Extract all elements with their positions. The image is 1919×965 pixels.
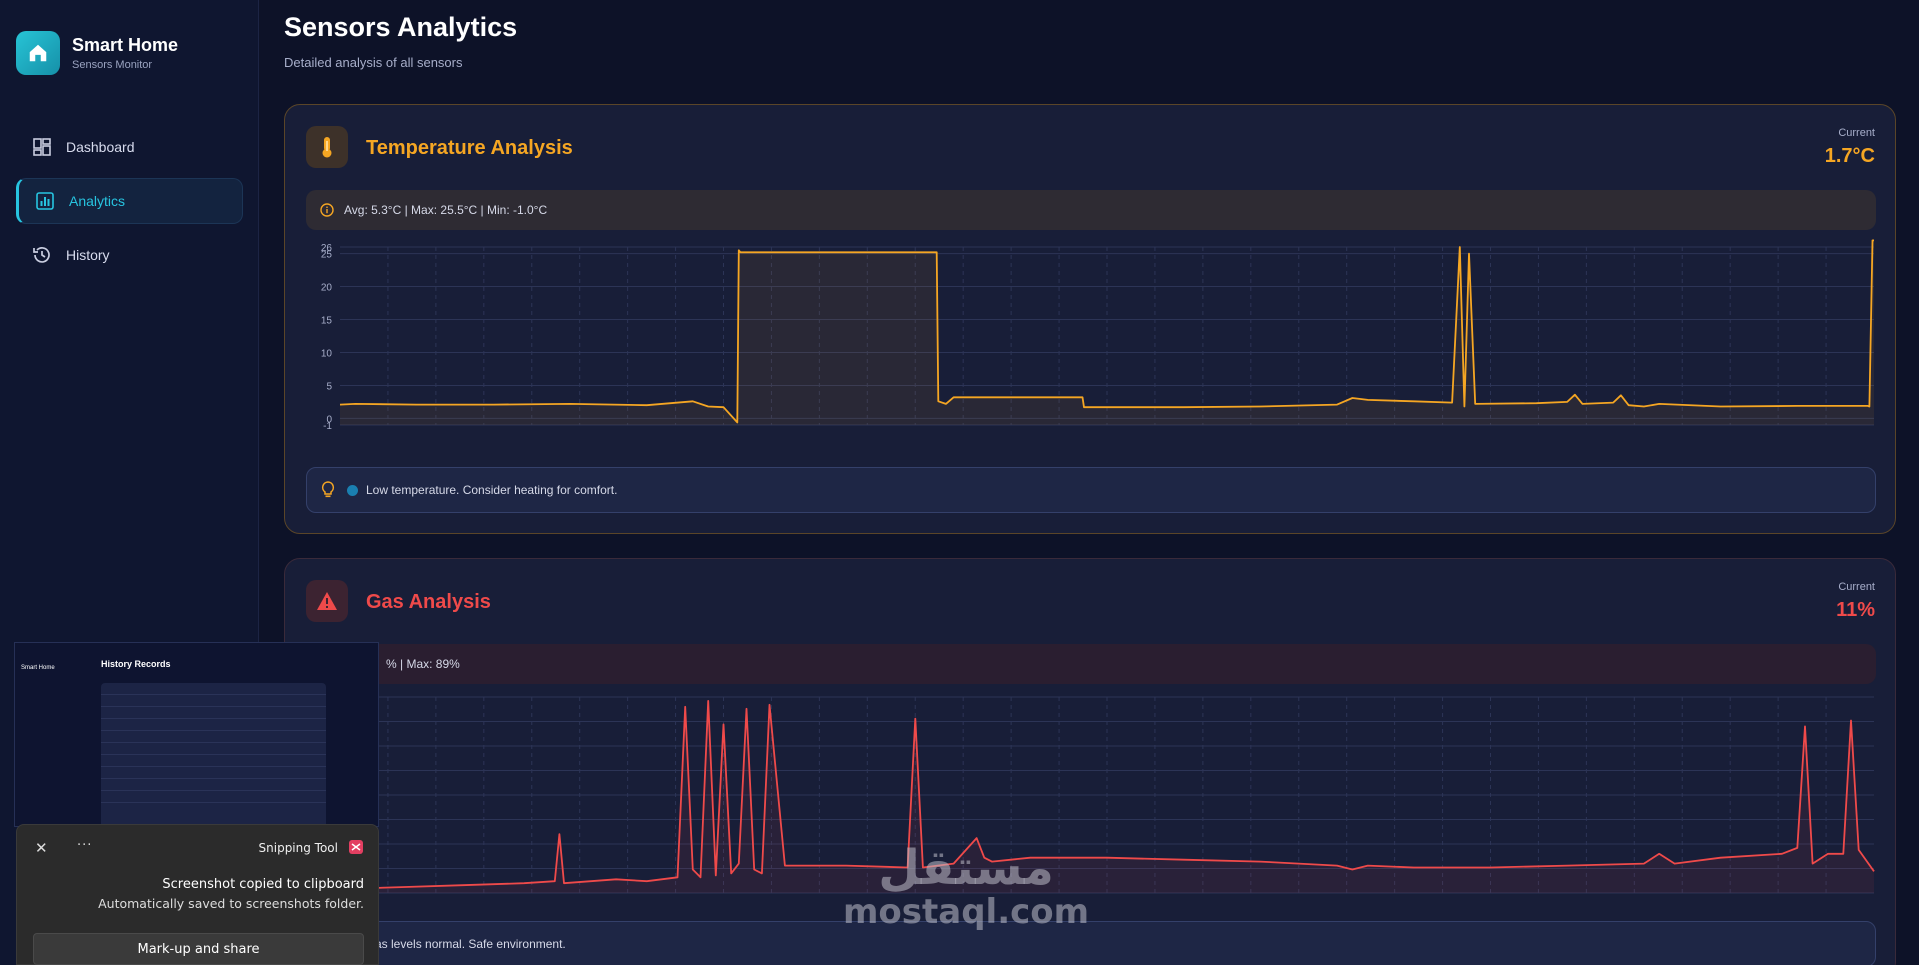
close-icon[interactable]: ✕	[35, 839, 48, 857]
temperature-tip-text: Low temperature. Consider heating for co…	[366, 483, 618, 497]
gas-card: Gas Analysis Current 11% % | Max: 89% as…	[284, 558, 1896, 965]
preview-table	[101, 683, 326, 826]
preview-brand: Smart Home	[21, 665, 55, 671]
temperature-card: Temperature Analysis Current 1.7°C Avg: …	[284, 104, 1896, 534]
dashboard-icon	[32, 137, 52, 157]
watermark-latin: mostaql.com	[843, 892, 1090, 932]
gas-stats-text: % | Max: 89%	[386, 657, 460, 671]
warning-icon	[306, 580, 348, 622]
y-tick-label: 0	[326, 414, 332, 425]
page-title: Sensors Analytics	[284, 12, 518, 42]
notification-message: Screenshot copied to clipboard	[162, 877, 364, 892]
history-icon	[32, 245, 52, 265]
brand[interactable]: Smart Home Sensors Monitor	[16, 31, 178, 75]
brand-title: Smart Home	[72, 35, 179, 55]
temperature-chart: -1 0 5 10 15 20 25 26	[306, 233, 1876, 429]
temperature-current-value: 1.7°C	[1824, 145, 1875, 167]
y-tick-label: 26	[321, 243, 333, 254]
gas-current-value: 11%	[1836, 599, 1875, 621]
series-area	[340, 240, 1874, 425]
more-options-icon[interactable]: ···	[77, 838, 92, 853]
watermark-arabic: مستقل	[878, 840, 1054, 896]
gas-stats: % | Max: 89%	[306, 644, 1876, 684]
status-dot	[347, 484, 358, 496]
thermometer-icon	[306, 126, 348, 168]
series-line	[339, 239, 1874, 424]
preview-title: History Records	[101, 659, 171, 669]
home-icon	[16, 31, 60, 75]
temperature-chart-svg: -1051015202526	[321, 239, 1874, 429]
y-tick-label: 5	[326, 381, 332, 392]
temperature-title: Temperature Analysis	[366, 137, 573, 159]
sidebar-item-dashboard[interactable]: Dashboard	[16, 124, 243, 170]
gas-chart	[306, 687, 1876, 897]
sidebar-item-analytics[interactable]: Analytics	[16, 178, 243, 224]
lightbulb-icon	[321, 481, 335, 499]
notification-app-name: Snipping Tool	[258, 841, 338, 855]
temperature-stats: Avg: 5.3°C | Max: 25.5°C | Min: -1.0°C	[306, 190, 1876, 230]
brand-subtitle: Sensors Monitor	[72, 59, 153, 71]
y-tick-label: 15	[321, 316, 333, 327]
sidebar-item-label: History	[66, 247, 110, 263]
page-subtitle: Detailed analysis of all sensors	[284, 55, 463, 70]
temperature-tip: Low temperature. Consider heating for co…	[306, 467, 1876, 513]
gas-title: Gas Analysis	[366, 591, 491, 613]
sidebar-item-label: Dashboard	[66, 139, 135, 155]
gas-chart-svg	[339, 696, 1875, 894]
y-tick-label: 10	[321, 348, 333, 359]
temperature-stats-text: Avg: 5.3°C | Max: 25.5°C | Min: -1.0°C	[344, 203, 548, 217]
notification-detail: Automatically saved to screenshots folde…	[98, 896, 364, 911]
gas-tip-text: as levels normal. Safe environment.	[375, 937, 566, 951]
analytics-icon	[35, 191, 55, 211]
snipping-tool-notification: ✕ ··· Snipping Tool Screenshot copied to…	[16, 824, 379, 965]
y-tick-label: 20	[321, 283, 333, 294]
screenshot-preview[interactable]: Smart Home History Records	[14, 642, 379, 827]
watermark: مستقل mostaql.com	[843, 842, 1089, 930]
sidebar-item-history[interactable]: History	[16, 232, 243, 278]
gas-tip: as levels normal. Safe environment.	[306, 921, 1876, 965]
gas-current-label: Current	[1838, 581, 1875, 593]
markup-and-share-button[interactable]: Mark-up and share	[33, 933, 364, 965]
sidebar-item-label: Analytics	[69, 193, 126, 209]
snipping-tool-icon	[348, 839, 364, 855]
info-icon	[320, 203, 334, 217]
sidebar-nav: Dashboard Analytics History	[16, 124, 243, 286]
temperature-current-label: Current	[1838, 127, 1875, 139]
